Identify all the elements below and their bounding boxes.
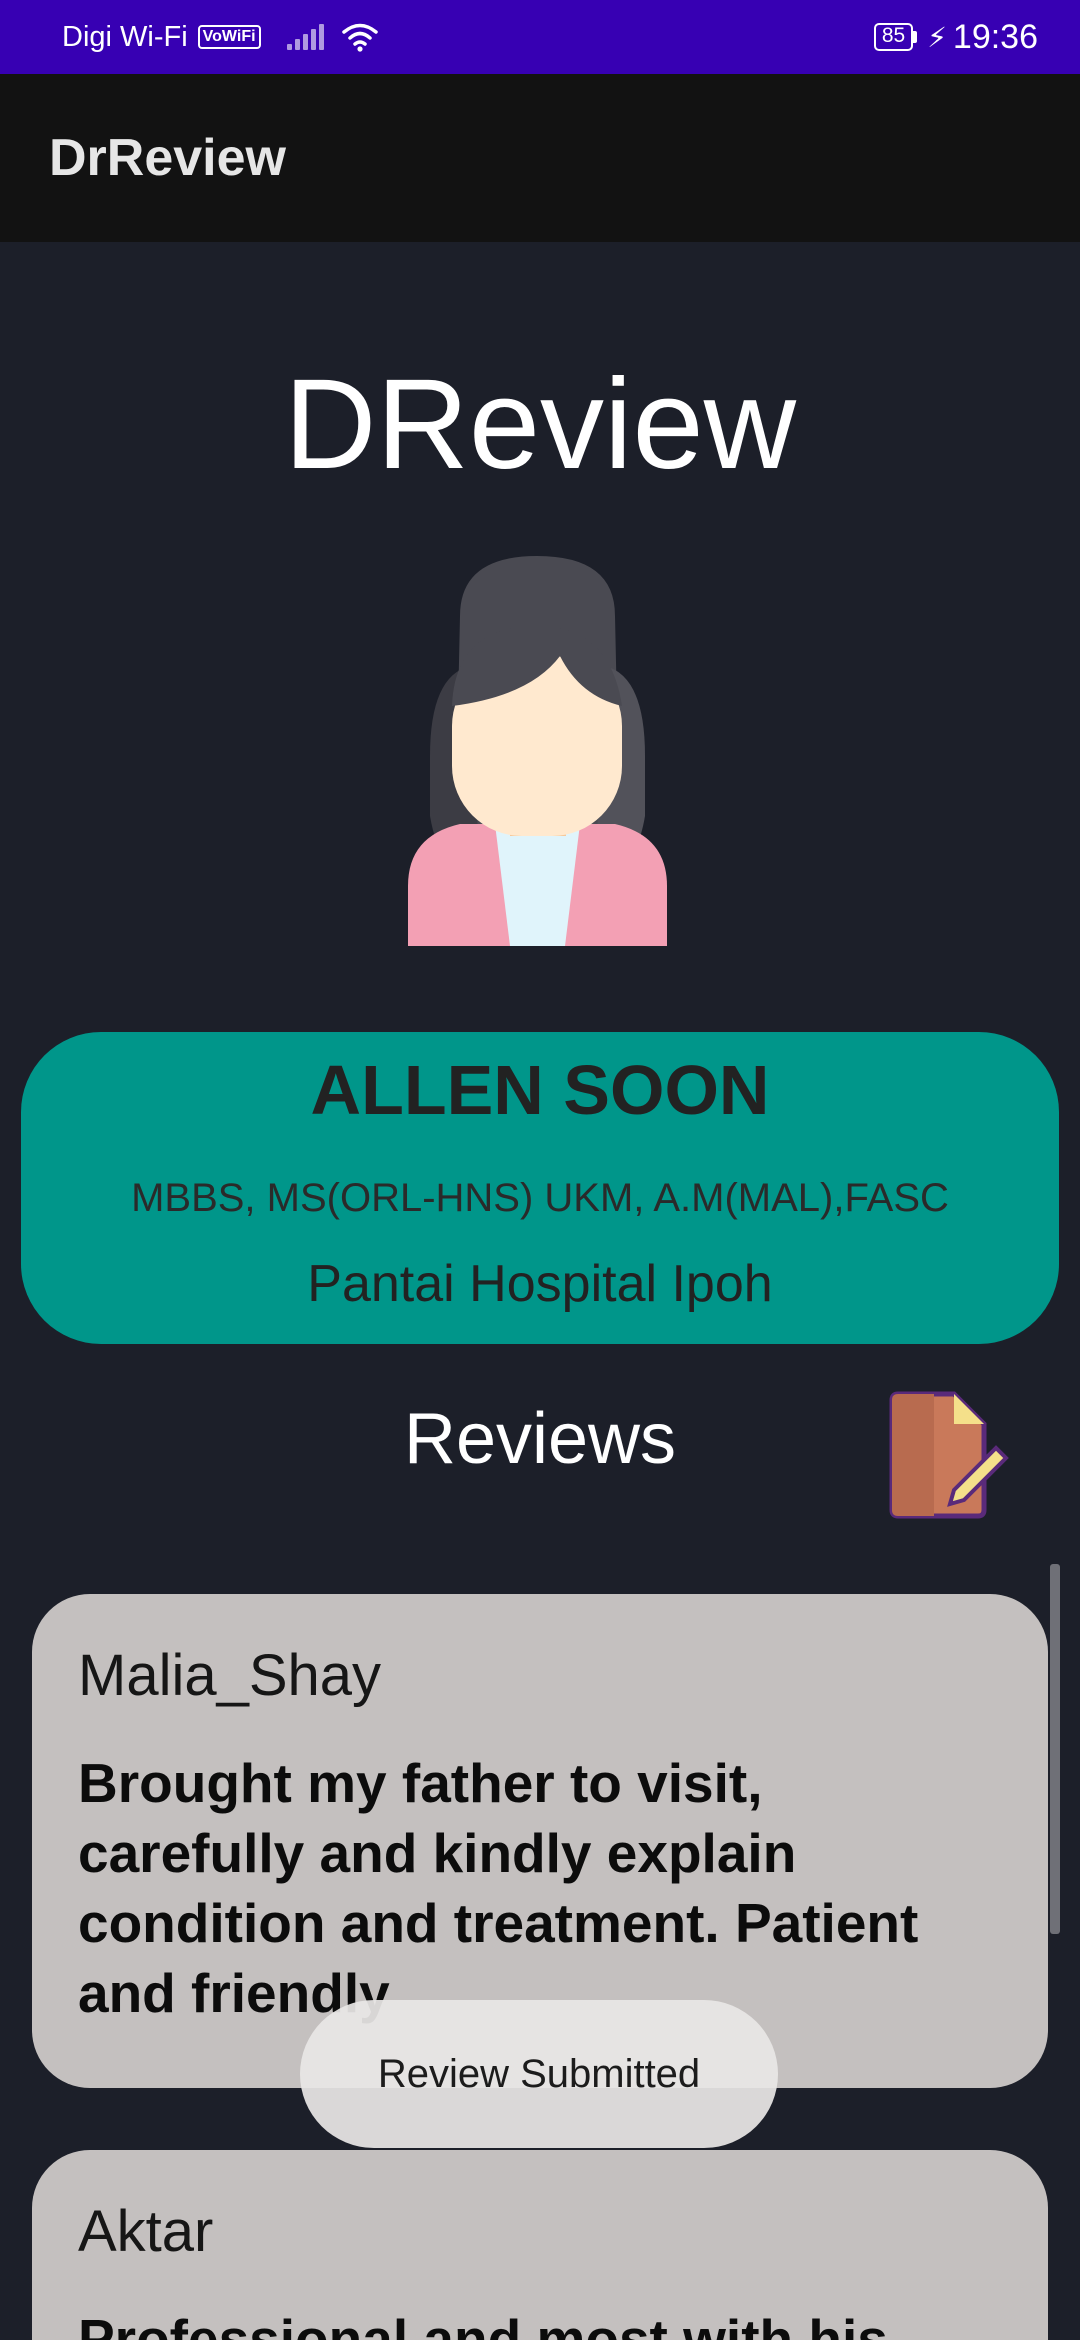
brand-title: DReview — [283, 353, 797, 496]
carrier-label: Digi Wi-Fi — [62, 20, 188, 53]
doctor-qualifications: MBBS, MS(ORL-HNS) UKM, A.M(MAL),FASC — [131, 1176, 949, 1220]
female-avatar-icon — [408, 556, 667, 946]
clock: 19:36 — [952, 17, 1038, 56]
doctor-name: ALLEN SOON — [310, 1051, 770, 1129]
status-right: 85 ⚡ 19:36 — [873, 17, 1038, 57]
reviewer-name: Malia_Shay — [78, 1643, 382, 1708]
battery-icon: 85 — [873, 23, 918, 51]
review-card: Aktar Professional and most with his — [32, 2150, 1048, 2340]
doctor-card: ALLEN SOON MBBS, MS(ORL-HNS) UKM, A.M(MA… — [21, 1032, 1059, 1344]
app-bar: DrReview — [0, 74, 1080, 242]
reviewer-name: Aktar — [78, 2199, 214, 2264]
status-bar: Digi Wi-Fi VoWiFi 85 ⚡ 19:36 — [0, 0, 1080, 74]
status-left: Digi Wi-Fi VoWiFi — [62, 21, 379, 54]
wifi-icon — [341, 23, 378, 52]
review-text: Professional and most with his — [78, 2308, 888, 2340]
vowifi-badge: VoWiFi — [197, 25, 261, 49]
charging-icon: ⚡ — [927, 21, 947, 53]
reviews-scrollbar[interactable] — [1050, 1564, 1060, 1934]
app-bar-title: DrReview — [49, 129, 286, 187]
review-text: Brought my father to visit, carefully an… — [78, 1752, 919, 2024]
signal-icon — [286, 24, 327, 50]
doctor-hospital: Pantai Hospital Ipoh — [307, 1255, 773, 1313]
write-review-icon[interactable] — [884, 1390, 1014, 1520]
toast-message: Review Submitted — [300, 2000, 778, 2148]
battery-level: 85 — [873, 23, 914, 51]
